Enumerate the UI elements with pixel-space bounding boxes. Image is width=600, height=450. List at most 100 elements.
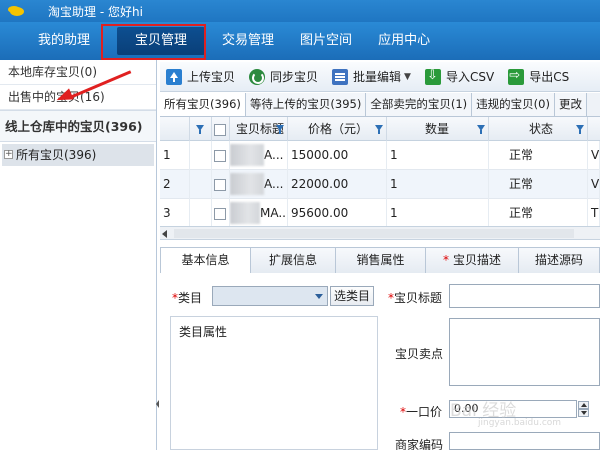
select-all-checkbox[interactable]	[214, 123, 226, 136]
row-checkbox-cell[interactable]	[212, 170, 230, 199]
row-checkbox[interactable]	[214, 207, 226, 220]
row-number: 1	[160, 141, 190, 170]
merchant-code-input[interactable]	[449, 432, 600, 450]
sidebar-section-online-warehouse[interactable]: 线上仓库中的宝贝(396)	[0, 110, 156, 142]
row-qty: 1	[387, 199, 489, 226]
col-filter[interactable]	[190, 117, 212, 141]
row-filter-cell	[190, 199, 212, 226]
row-filter-cell	[190, 170, 212, 199]
category-select[interactable]	[212, 286, 328, 306]
row-title: MA...	[230, 199, 288, 226]
item-thumbnail	[230, 173, 264, 195]
col-title[interactable]: 宝贝标题	[230, 117, 288, 141]
tree-item-all-items[interactable]: + 所有宝贝(396)	[2, 144, 154, 166]
tab-violations[interactable]: 违规的宝贝(0)	[472, 93, 555, 116]
scroll-left-icon[interactable]	[162, 230, 167, 238]
export-icon	[508, 68, 525, 85]
col-qty-label: 数量	[425, 122, 450, 136]
tab-sales-attributes[interactable]: 销售属性	[335, 247, 426, 273]
nav-trade-management[interactable]: 交易管理	[209, 27, 287, 55]
batch-edit-icon	[332, 68, 349, 85]
row-number: 2	[160, 170, 190, 199]
expand-icon[interactable]: +	[4, 150, 13, 159]
batch-edit-label: 批量编辑	[353, 70, 402, 84]
batch-edit-button[interactable]: 批量编辑 ▼	[326, 65, 419, 89]
col-status-label: 状态	[529, 122, 554, 136]
filter-icon[interactable]	[477, 125, 485, 134]
import-csv-button[interactable]: 导入CSV	[419, 65, 502, 89]
tab-extended-info[interactable]: 扩展信息	[250, 247, 336, 273]
row-price: 95600.00	[288, 199, 387, 226]
app-title: 淘宝助理 - 您好hi	[48, 4, 143, 19]
row-checkbox[interactable]	[214, 178, 226, 191]
row-extra: V	[588, 141, 600, 170]
choose-category-button[interactable]: 选类目	[330, 286, 374, 306]
tab-more[interactable]: 更改	[554, 93, 587, 116]
filter-icon[interactable]	[375, 125, 383, 134]
col-extra	[588, 117, 600, 141]
col-price[interactable]: 价格（元）	[288, 117, 387, 141]
table-row[interactable]: 1 A... 15000.00 1 正常 V	[160, 141, 600, 170]
row-number: 3	[160, 199, 190, 226]
row-title: A...	[230, 141, 288, 170]
tab-basic-info[interactable]: 基本信息	[160, 247, 251, 273]
taobao-logo-icon	[8, 4, 28, 18]
category-attributes-label: 类目属性	[179, 325, 228, 339]
table-row[interactable]: 3 MA... 95600.00 1 正常 T	[160, 199, 600, 226]
upload-button[interactable]: 上传宝贝	[160, 65, 243, 89]
sync-label: 同步宝贝	[270, 70, 319, 84]
row-checkbox[interactable]	[214, 149, 226, 162]
nav-my-assistant[interactable]: 我的助理	[25, 27, 103, 55]
selling-point-textarea[interactable]	[449, 318, 600, 386]
row-checkbox-cell[interactable]	[212, 199, 230, 226]
row-title-text: MA...	[260, 206, 288, 220]
decrement-icon[interactable]	[578, 409, 589, 417]
nav-app-center[interactable]: 应用中心	[365, 27, 443, 55]
row-checkbox-cell[interactable]	[212, 141, 230, 170]
row-qty: 1	[387, 170, 489, 199]
tab-description-source[interactable]: 描述源码	[518, 247, 600, 273]
nav-image-space[interactable]: 图片空间	[287, 27, 365, 55]
tab-all-items[interactable]: 所有宝贝(396)	[160, 93, 246, 116]
col-qty[interactable]: 数量	[387, 117, 489, 141]
filter-icon[interactable]	[576, 125, 584, 134]
item-thumbnail	[230, 144, 264, 166]
category-label-text: 类目	[178, 291, 203, 305]
col-select-all[interactable]	[212, 117, 230, 141]
sidebar-item-on-sale[interactable]: 出售中的宝贝(16)	[0, 85, 156, 110]
col-status[interactable]: 状态	[489, 117, 588, 141]
category-attributes-panel: 类目属性	[170, 316, 378, 450]
merchant-code-label: 商家编码	[395, 438, 444, 450]
filter-icon[interactable]	[196, 125, 204, 134]
price-stepper[interactable]	[578, 401, 589, 417]
upload-icon	[166, 68, 182, 85]
row-title: A...	[230, 170, 288, 199]
row-extra: V	[588, 170, 600, 199]
sidebar: 本地库存宝贝(0) 出售中的宝贝(16) 线上仓库中的宝贝(396) + 所有宝…	[0, 60, 157, 450]
scrollbar-thumb[interactable]	[174, 229, 574, 238]
tab-item-description[interactable]: * 宝贝描述	[425, 247, 519, 273]
collapse-sidebar-handle[interactable]	[156, 397, 159, 411]
status-tabs: 所有宝贝(396) 等待上传的宝贝(395) 全部卖完的宝贝(1) 违规的宝贝(…	[160, 93, 600, 117]
filter-icon[interactable]	[276, 125, 284, 134]
horizontal-scrollbar[interactable]	[160, 227, 600, 240]
title-bar: 淘宝助理 - 您好hi	[0, 0, 600, 22]
nav-item-management[interactable]: 宝贝管理	[117, 27, 206, 55]
export-csv-button[interactable]: 导出CS	[502, 65, 577, 89]
col-price-label: 价格（元）	[308, 122, 369, 136]
tab-pending-upload[interactable]: 等待上传的宝贝(395)	[245, 93, 367, 116]
baidu-watermark-url: jingyan.baidu.com	[478, 418, 562, 428]
detail-tabs: 基本信息 扩展信息 销售属性 * 宝贝描述 描述源码	[160, 247, 600, 273]
row-status: 正常	[489, 199, 588, 226]
col-number	[160, 117, 190, 141]
sync-icon	[249, 68, 266, 85]
sync-button[interactable]: 同步宝贝	[243, 65, 326, 89]
item-title-input[interactable]	[449, 284, 600, 308]
tab-sold-out[interactable]: 全部卖完的宝贝(1)	[366, 93, 473, 116]
export-csv-label: 导出CS	[529, 70, 570, 84]
item-thumbnail	[230, 202, 260, 224]
table-row[interactable]: 2 A... 22000.00 1 正常 V	[160, 170, 600, 199]
increment-icon[interactable]	[578, 401, 589, 409]
sidebar-item-local-stock[interactable]: 本地库存宝贝(0)	[0, 60, 156, 85]
row-status: 正常	[489, 170, 588, 199]
